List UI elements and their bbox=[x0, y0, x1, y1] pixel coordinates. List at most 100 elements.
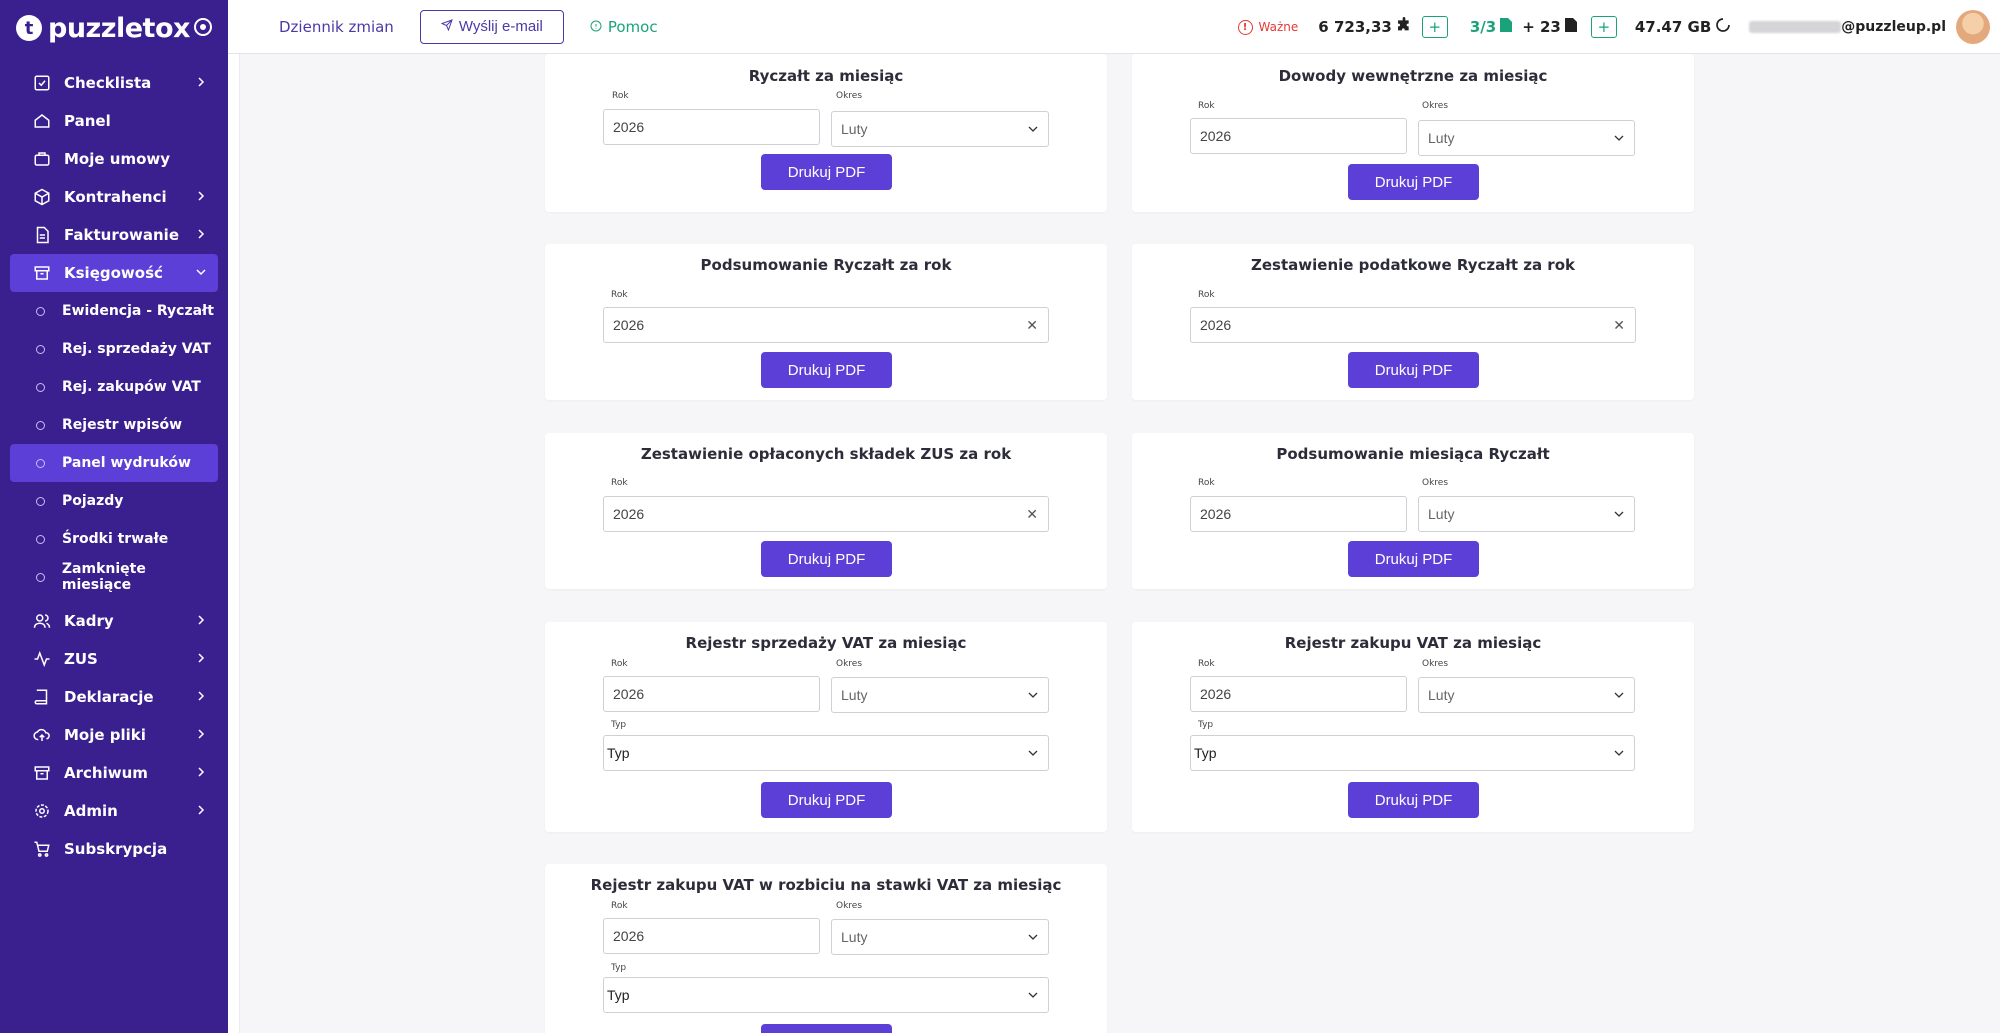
sidebar-item-label: Moje pliki bbox=[64, 726, 146, 744]
print-pdf-button[interactable] bbox=[761, 1024, 892, 1033]
type-select[interactable]: Typ bbox=[603, 977, 1049, 1013]
period-select[interactable]: Luty bbox=[831, 919, 1049, 955]
target-settings-icon[interactable] bbox=[194, 18, 212, 36]
logo-text: puzzletox bbox=[48, 12, 190, 44]
year-input[interactable]: 2026 bbox=[1190, 496, 1407, 532]
credits-counter: 6 723,33 bbox=[1318, 17, 1412, 37]
changelog-link[interactable]: Dziennik zmian bbox=[279, 18, 394, 36]
print-pdf-button[interactable]: Drukuj PDF bbox=[761, 782, 892, 818]
period-select[interactable]: Luty bbox=[1418, 496, 1635, 532]
content-left-edge bbox=[228, 54, 240, 1033]
sidebar-subitem-pojazdy[interactable]: Pojazdy bbox=[10, 482, 218, 520]
sidebar-item-label: Subskrypcja bbox=[64, 840, 168, 858]
sidebar-item-ksiegowosc[interactable]: Księgowość bbox=[10, 254, 218, 292]
circle-icon bbox=[36, 458, 45, 468]
sidebar-item-kontrahenci[interactable]: Kontrahenci bbox=[10, 178, 218, 216]
card-ryczalt-year-summary: Podsumowanie Ryczałt za rok Rok 2026 ✕ Dr… bbox=[545, 244, 1107, 400]
user-email[interactable]: @puzzleup.pl bbox=[1841, 19, 1946, 35]
sidebar-subitem-ewidencja[interactable]: Ewidencja - Ryczałt bbox=[10, 292, 218, 330]
puzzle-icon bbox=[1396, 17, 1412, 37]
avatar[interactable] bbox=[1956, 10, 1990, 44]
type-select[interactable]: Typ bbox=[603, 735, 1049, 771]
print-panel: Ryczałt za miesiąc Rok 2026 Okres Luty D… bbox=[228, 54, 2000, 1033]
add-credits-button[interactable]: + bbox=[1421, 16, 1448, 38]
chevron-down-icon bbox=[1028, 692, 1038, 698]
circle-icon bbox=[36, 344, 45, 354]
sidebar-subitem-rej-sprzedazy[interactable]: Rej. sprzedaży VAT bbox=[10, 330, 218, 368]
help-icon bbox=[590, 18, 602, 36]
sidebar-item-checklista[interactable]: Checklista bbox=[10, 64, 218, 102]
document-icon bbox=[1564, 18, 1577, 36]
card-title: Podsumowanie Ryczałt za rok bbox=[700, 256, 952, 274]
sidebar-subitem-rej-zakupow[interactable]: Rej. zakupów VAT bbox=[10, 368, 218, 406]
clear-icon[interactable]: ✕ bbox=[1026, 506, 1038, 523]
print-pdf-button[interactable]: Drukuj PDF bbox=[1348, 541, 1479, 577]
sidebar-item-kadry[interactable]: Kadry bbox=[10, 602, 218, 640]
sidebar-item-subskrypcja[interactable]: Subskrypcja bbox=[10, 830, 218, 868]
sidebar-subitem-rejestr-wpisow[interactable]: Rejestr wpisów bbox=[10, 406, 218, 444]
sidebar-subitem-label: Rej. sprzedaży VAT bbox=[62, 341, 211, 357]
year-input[interactable]: 2026 bbox=[603, 109, 820, 145]
archive-box-icon bbox=[32, 763, 52, 783]
period-select[interactable]: Luty bbox=[1418, 677, 1635, 713]
sidebar-subitem-zamkniete-miesiace[interactable]: Zamknięte miesiące bbox=[10, 558, 218, 596]
important-link[interactable]: ! Ważne bbox=[1237, 19, 1299, 35]
card-title: Rejestr zakupu VAT w rozbiciu na stawki … bbox=[590, 876, 1062, 894]
year-input[interactable]: 2026 ✕ bbox=[603, 496, 1049, 532]
send-icon bbox=[440, 18, 453, 35]
period-select[interactable]: Luty bbox=[831, 111, 1049, 147]
alert-icon: ! bbox=[1237, 19, 1253, 35]
period-select[interactable]: Luty bbox=[1418, 120, 1635, 156]
sidebar-subitem-panel-wydrukow[interactable]: Panel wydruków bbox=[10, 444, 218, 482]
clear-icon[interactable]: ✕ bbox=[1613, 317, 1625, 334]
document-icon bbox=[32, 225, 52, 245]
print-pdf-button[interactable]: Drukuj PDF bbox=[1348, 164, 1479, 200]
print-pdf-button[interactable]: Drukuj PDF bbox=[1348, 782, 1479, 818]
chevron-down-icon bbox=[1028, 992, 1038, 998]
year-input[interactable]: 2026 ✕ bbox=[603, 307, 1049, 343]
year-input[interactable]: 2026 ✕ bbox=[1190, 307, 1636, 343]
sidebar-item-label: Kadry bbox=[64, 612, 114, 630]
logo[interactable]: t puzzletox bbox=[0, 0, 228, 56]
docs-used-value: 3/3 bbox=[1469, 18, 1497, 36]
period-label: Okres bbox=[836, 659, 863, 669]
sidebar-item-label: Księgowość bbox=[64, 264, 163, 282]
year-input[interactable]: 2026 bbox=[603, 918, 820, 954]
type-select[interactable]: Typ bbox=[1190, 735, 1635, 771]
sidebar-item-label: Kontrahenci bbox=[64, 188, 167, 206]
card-title: Zestawienie podatkowe Ryczałt za rok bbox=[1251, 256, 1575, 274]
sidebar-item-moje-pliki[interactable]: Moje pliki bbox=[10, 716, 218, 754]
print-pdf-button[interactable]: Drukuj PDF bbox=[761, 352, 892, 388]
type-value: Typ bbox=[1194, 745, 1217, 761]
help-link[interactable]: Pomoc bbox=[590, 18, 658, 36]
send-email-button[interactable]: Wyślij e-mail bbox=[419, 9, 564, 44]
period-label: Okres bbox=[836, 901, 863, 911]
year-input[interactable]: 2026 bbox=[1190, 676, 1407, 712]
circle-icon bbox=[36, 306, 45, 316]
clear-icon[interactable]: ✕ bbox=[1026, 317, 1038, 334]
sidebar-subitem-srodki-trwale[interactable]: Środki trwałe bbox=[10, 520, 218, 558]
sidebar-item-moje-umowy[interactable]: Moje umowy bbox=[10, 140, 218, 178]
sidebar-item-deklaracje[interactable]: Deklaracje bbox=[10, 678, 218, 716]
chevron-down-icon bbox=[1614, 135, 1624, 141]
sidebar-item-zus[interactable]: ZUS bbox=[10, 640, 218, 678]
year-input[interactable]: 2026 bbox=[1190, 118, 1407, 154]
card-vat-purchase-register: Rejestr zakupu VAT za miesiąc Rok 2026 O… bbox=[1132, 622, 1694, 832]
print-pdf-button[interactable]: Drukuj PDF bbox=[1348, 352, 1479, 388]
add-documents-button[interactable]: + bbox=[1590, 16, 1617, 38]
year-value: 2026 bbox=[613, 317, 645, 333]
print-pdf-button[interactable]: Drukuj PDF bbox=[761, 154, 892, 190]
sidebar-item-fakturowanie[interactable]: Fakturowanie bbox=[10, 216, 218, 254]
print-pdf-button[interactable]: Drukuj PDF bbox=[761, 541, 892, 577]
year-input[interactable]: 2026 bbox=[603, 676, 820, 712]
period-label: Okres bbox=[1422, 659, 1449, 669]
chevron-down-icon bbox=[1028, 126, 1038, 132]
sidebar-item-admin[interactable]: Admin bbox=[10, 792, 218, 830]
period-select[interactable]: Luty bbox=[831, 677, 1049, 713]
period-value: Luty bbox=[841, 121, 868, 137]
documents-counter: 3/3 + 23 bbox=[1470, 18, 1577, 36]
chevron-right-icon bbox=[194, 765, 208, 779]
sidebar-item-panel[interactable]: Panel bbox=[10, 102, 218, 140]
sidebar-item-archiwum[interactable]: Archiwum bbox=[10, 754, 218, 792]
important-label: Ważne bbox=[1258, 20, 1299, 34]
